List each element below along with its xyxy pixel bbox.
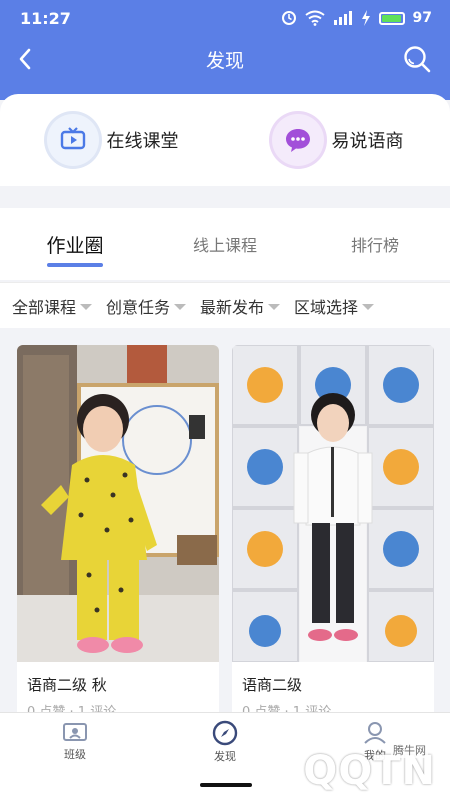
entry-label: 易说语商 <box>331 131 404 152</box>
post-title: 语商二级 秋 <box>27 676 107 694</box>
charging-icon <box>361 10 371 26</box>
nav-discover[interactable]: 发现 <box>150 713 300 770</box>
status-bar: 11:27 97 <box>0 0 450 36</box>
caret-down-icon <box>80 303 93 310</box>
signal-icon <box>333 10 353 26</box>
wifi-icon <box>304 10 325 26</box>
watermark-logo: 腾牛网 QQTN <box>303 742 436 794</box>
post-title: 语商二级 <box>242 676 303 694</box>
post-photo <box>17 345 219 662</box>
filter-label: 区域选择 <box>294 297 359 317</box>
tab-label: 线上课程 <box>192 236 257 255</box>
watermark-small-text: 腾牛网 <box>391 742 428 758</box>
tab-label: 排行榜 <box>350 236 399 255</box>
battery-icon <box>378 11 405 25</box>
tab-homework-circle[interactable]: 作业圈 <box>0 231 150 267</box>
nav-label: 班级 <box>64 747 86 761</box>
active-tab-indicator <box>47 262 103 267</box>
status-icons: 97 <box>281 10 432 26</box>
filter-creative-tasks[interactable]: 创意任务 <box>106 294 187 318</box>
post-grid: 语商二级 秋 0 点赞 · 1 评论 <box>0 330 450 725</box>
home-gesture-bar[interactable] <box>200 783 252 787</box>
caret-down-icon <box>174 303 187 310</box>
caret-down-icon <box>362 303 375 310</box>
chat-bubble-icon <box>271 114 324 166</box>
status-time: 11:27 <box>20 8 71 28</box>
entry-yishuo[interactable]: 易说语商 <box>225 94 450 186</box>
filter-region[interactable]: 区域选择 <box>294 294 375 318</box>
post-card[interactable]: 语商二级 0 点赞 · 1 评论 <box>232 345 434 725</box>
user-icon <box>364 721 386 744</box>
content-tabs: 作业圈 线上课程 排行榜 <box>0 208 450 280</box>
app-header: 发现 <box>0 36 450 100</box>
tab-online-courses[interactable]: 线上课程 <box>150 232 300 256</box>
battery-percent: 97 <box>412 10 432 26</box>
filter-all-courses[interactable]: 全部课程 <box>12 294 93 318</box>
filter-label: 全部课程 <box>12 297 77 317</box>
filter-label: 最新发布 <box>200 297 265 317</box>
post-photo <box>232 345 434 662</box>
nav-class[interactable]: 班级 <box>0 713 150 770</box>
caret-down-icon <box>268 303 281 310</box>
entry-online-class[interactable]: 在线课堂 <box>0 94 225 186</box>
filter-bar: 全部课程 创意任务 最新发布 区域选择 <box>0 282 450 328</box>
alarm-icon <box>281 10 297 26</box>
compass-icon <box>212 720 238 745</box>
search-button[interactable] <box>402 44 432 74</box>
search-icon <box>404 46 431 73</box>
tab-label: 作业圈 <box>46 234 104 257</box>
tv-icon <box>46 114 99 166</box>
quick-entry-card: 在线课堂 易说语商 <box>0 94 450 186</box>
class-icon <box>63 722 87 741</box>
filter-latest[interactable]: 最新发布 <box>200 294 281 318</box>
filter-label: 创意任务 <box>106 297 171 317</box>
tab-leaderboard[interactable]: 排行榜 <box>300 232 450 256</box>
nav-label: 发现 <box>214 749 236 763</box>
page-title: 发现 <box>205 50 244 72</box>
post-card[interactable]: 语商二级 秋 0 点赞 · 1 评论 <box>17 345 219 725</box>
entry-label: 在线课堂 <box>106 131 179 152</box>
